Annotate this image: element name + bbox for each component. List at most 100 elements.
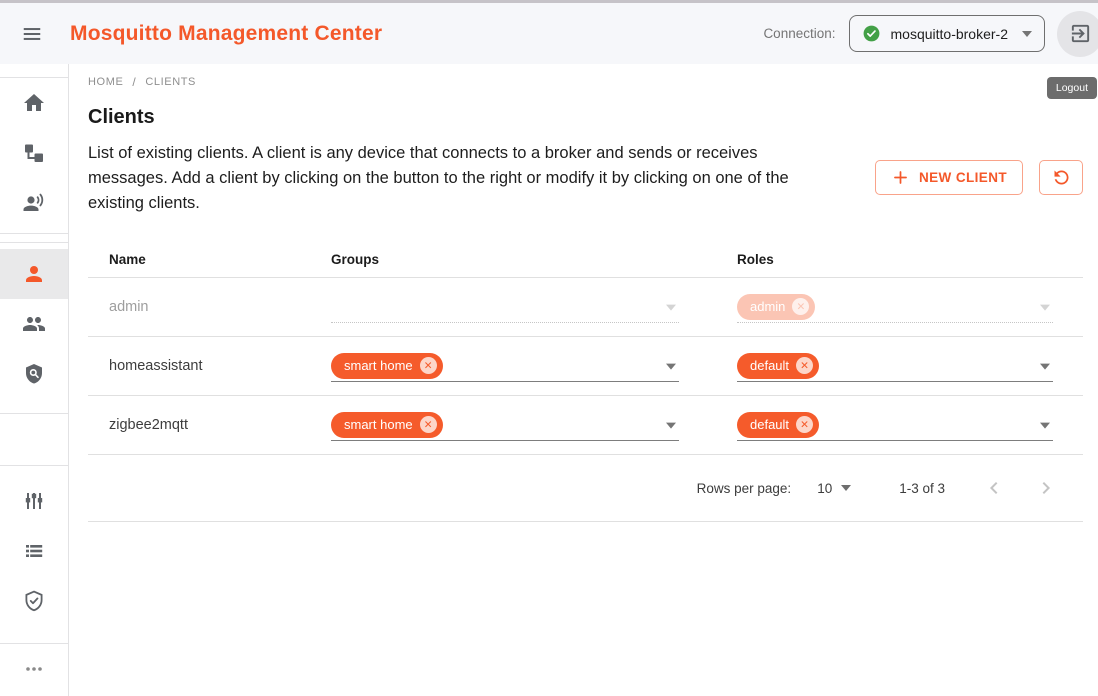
main-content: HOME / CLIENTS Clients List of existing … [69, 64, 1098, 522]
cancel-icon[interactable]: ✕ [420, 416, 437, 433]
previous-page-button[interactable] [981, 475, 1007, 501]
sidebar-item-groups[interactable] [0, 299, 68, 349]
table-row[interactable]: admin admin ✕ [88, 278, 1083, 337]
sidebar-item-topology[interactable] [0, 128, 68, 178]
sidebar-item-more[interactable] [0, 644, 68, 694]
arrow-drop-down-icon[interactable] [666, 422, 676, 428]
roles-select[interactable]: default ✕ [737, 409, 1053, 441]
connection-select[interactable]: mosquitto-broker-2 [849, 15, 1046, 52]
chip-label: default [750, 417, 789, 432]
breadcrumb-home[interactable]: HOME [88, 76, 123, 88]
groups-chip-list: smart home ✕ [331, 412, 443, 438]
connection-value: mosquitto-broker-2 [891, 26, 1009, 42]
client-name-cell[interactable]: admin [109, 299, 331, 315]
policy-icon [22, 362, 46, 386]
sidebar-item-settings[interactable] [0, 476, 68, 526]
person-icon [22, 262, 46, 286]
menu-hamburger-icon[interactable] [18, 20, 46, 48]
sidebar-item-roles[interactable] [0, 349, 68, 399]
cancel-icon[interactable]: ✕ [420, 357, 437, 374]
arrow-drop-down-icon[interactable] [1040, 363, 1050, 369]
roles-select[interactable]: default ✕ [737, 350, 1053, 382]
breadcrumb: HOME / CLIENTS [88, 75, 1083, 89]
group-chip[interactable]: smart home ✕ [331, 412, 443, 438]
new-client-button[interactable]: NEW CLIENT [875, 160, 1023, 195]
record-voice-over-icon [22, 191, 46, 215]
table-row[interactable]: homeassistant smart home ✕ default ✕ [88, 337, 1083, 396]
verified-user-icon [22, 589, 46, 613]
client-name-cell[interactable]: zigbee2mqtt [109, 417, 331, 433]
table-header-row: Name Groups Roles [88, 242, 1083, 278]
chip-label: default [750, 358, 789, 373]
roles-chip-list: admin ✕ [737, 294, 815, 320]
app-title: Mosquitto Management Center [70, 22, 382, 46]
new-client-button-label: NEW CLIENT [919, 170, 1007, 185]
groups-select[interactable]: smart home ✕ [331, 409, 679, 441]
column-header-groups: Groups [331, 252, 737, 267]
clients-table: Name Groups Roles admin admin ✕ homeassis… [88, 242, 1083, 522]
role-chip[interactable]: admin ✕ [737, 294, 815, 320]
list-icon [22, 539, 46, 563]
sidebar-item-home[interactable] [0, 78, 68, 128]
roles-select[interactable]: admin ✕ [737, 291, 1053, 323]
cancel-icon[interactable]: ✕ [796, 357, 813, 374]
breadcrumb-separator: / [132, 75, 136, 89]
roles-cell: default ✕ [737, 409, 1083, 441]
next-page-button[interactable] [1033, 475, 1059, 501]
home-icon [22, 91, 46, 115]
pagination-range: 1-3 of 3 [899, 481, 945, 496]
people-icon [22, 312, 46, 336]
rows-per-page-label: Rows per page: [697, 481, 792, 496]
arrow-drop-down-icon[interactable] [1040, 422, 1050, 428]
groups-cell: smart home ✕ [331, 350, 737, 382]
chip-label: smart home [344, 358, 413, 373]
sidebar-item-logs[interactable] [0, 526, 68, 576]
groups-select[interactable]: smart home ✕ [331, 350, 679, 382]
rows-per-page-value: 10 [817, 481, 832, 496]
tune-icon [22, 489, 46, 513]
group-chip[interactable]: smart home ✕ [331, 353, 443, 379]
logout-button[interactable] [1057, 11, 1098, 57]
app-bar: Mosquitto Management Center Connection: … [0, 3, 1098, 64]
sidebar-divider [0, 233, 68, 234]
chip-label: smart home [344, 417, 413, 432]
sidebar-divider [0, 465, 68, 466]
role-chip[interactable]: default ✕ [737, 353, 819, 379]
rows-per-page-select[interactable]: 10 [817, 481, 851, 496]
sidebar-item-streams[interactable] [0, 178, 68, 228]
role-chip[interactable]: default ✕ [737, 412, 819, 438]
plus-icon [891, 168, 910, 187]
sidebar-item-security[interactable] [0, 576, 68, 626]
cancel-icon[interactable]: ✕ [796, 416, 813, 433]
chevron-right-icon [1034, 476, 1058, 500]
sidebar-item-clients[interactable] [0, 249, 68, 299]
page-description: List of existing clients. A client is an… [88, 141, 833, 216]
chip-label: admin [750, 299, 785, 314]
column-header-roles: Roles [737, 252, 1083, 267]
roles-cell: default ✕ [737, 350, 1083, 382]
client-name-cell[interactable]: homeassistant [109, 358, 331, 374]
sidebar [0, 64, 69, 696]
roles-cell: admin ✕ [737, 291, 1083, 323]
groups-select[interactable] [331, 291, 679, 323]
refresh-button[interactable] [1039, 160, 1083, 195]
roles-chip-list: default ✕ [737, 412, 819, 438]
topology-icon [22, 141, 46, 165]
arrow-drop-down-icon[interactable] [666, 304, 676, 310]
table-body: admin admin ✕ homeassistant smart home ✕ d… [88, 278, 1083, 455]
more-ellipsis-icon [22, 657, 46, 681]
roles-chip-list: default ✕ [737, 353, 819, 379]
arrow-drop-down-icon[interactable] [666, 363, 676, 369]
arrow-drop-down-icon [1022, 31, 1032, 37]
check-circle-icon [862, 24, 881, 43]
groups-chip-list: smart home ✕ [331, 353, 443, 379]
breadcrumb-clients: CLIENTS [145, 76, 196, 88]
connection-label: Connection: [763, 26, 835, 41]
page-title: Clients [88, 106, 1083, 129]
logout-tooltip: Logout [1047, 77, 1097, 99]
refresh-icon [1051, 167, 1072, 188]
cancel-icon[interactable]: ✕ [792, 298, 809, 315]
arrow-drop-down-icon[interactable] [1040, 304, 1050, 310]
column-header-name: Name [109, 252, 331, 267]
table-row[interactable]: zigbee2mqtt smart home ✕ default ✕ [88, 396, 1083, 455]
